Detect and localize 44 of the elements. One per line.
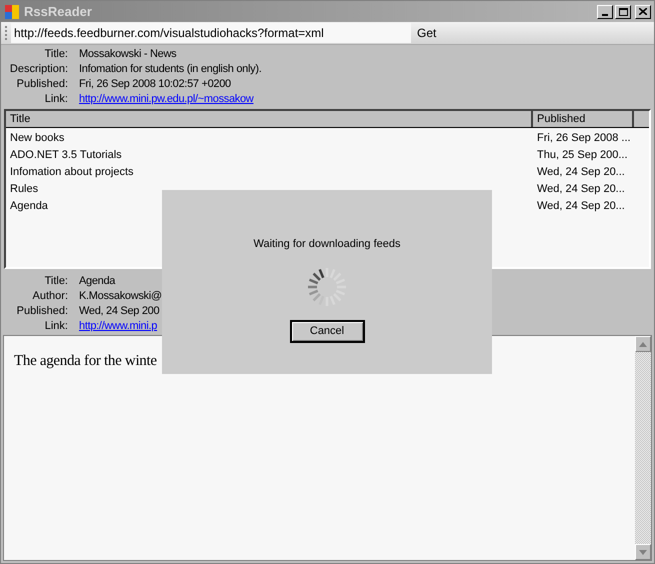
column-header[interactable]: Title (6, 111, 533, 127)
field-value: Mossakowski - News (79, 47, 176, 62)
field-label: Title: (44, 274, 68, 289)
field-label: Published: (16, 77, 68, 92)
item-date[interactable]: Wed, 24 Sep 20... (533, 164, 634, 181)
link[interactable]: http://www.mini.pw.edu.pl/~mossakow (79, 92, 254, 107)
field-value: Wed, 24 Sep 200 (79, 304, 160, 319)
item-title[interactable]: ADO.NET 3.5 Tutorials (6, 147, 533, 164)
field-value: Agenda (79, 274, 116, 289)
item-date[interactable]: Wed, 24 Sep 20... (533, 198, 634, 215)
item-title[interactable]: Infomation about projects (6, 164, 533, 181)
item-date[interactable]: Wed, 24 Sep 20... (533, 181, 634, 198)
field-label: Description: (8, 62, 68, 77)
field-label: Author: (32, 289, 68, 304)
close-button[interactable] (635, 4, 651, 18)
article-text: The agenda for the winte (13, 352, 158, 371)
field-label: Title: (44, 47, 68, 62)
minimize-button[interactable] (597, 4, 613, 18)
loading-message: Waiting for downloading feeds (254, 237, 400, 252)
field-value: Fri, 26 Sep 2008 10:02:57 +0200 (79, 77, 231, 92)
link[interactable]: http://www.mini.p (79, 319, 158, 334)
url-field[interactable]: http://feeds.feedburner.com/visualstudiohacks?format=xml (11, 23, 411, 43)
up-arrow-icon (639, 342, 647, 346)
field-label: Published: (16, 304, 68, 319)
item-date[interactable]: Thu, 25 Sep 200... (533, 147, 634, 164)
field-value: Infomation for students (in english only). (79, 62, 262, 77)
get-button[interactable]: Get (413, 23, 440, 43)
spinner-icon (306, 266, 348, 308)
maximize-button[interactable] (615, 4, 631, 18)
close-icon (639, 8, 647, 15)
field-label: Link: (44, 92, 68, 107)
scroll-down-button[interactable] (635, 544, 651, 560)
field-value: K.Mossakowski@ (79, 289, 162, 304)
grip-icon[interactable] (3, 24, 9, 42)
down-arrow-icon (639, 550, 647, 554)
item-date[interactable]: Fri, 26 Sep 2008 ... (533, 130, 634, 147)
app-icon (4, 4, 20, 20)
column-header[interactable]: Published (533, 111, 634, 127)
window-title: RssReader (24, 2, 92, 21)
cancel-button[interactable]: Cancel (290, 320, 364, 342)
field-label: Link: (44, 319, 68, 334)
scrollbar[interactable] (635, 336, 651, 560)
scroll-up-button[interactable] (635, 336, 651, 352)
item-title[interactable]: New books (6, 130, 533, 147)
